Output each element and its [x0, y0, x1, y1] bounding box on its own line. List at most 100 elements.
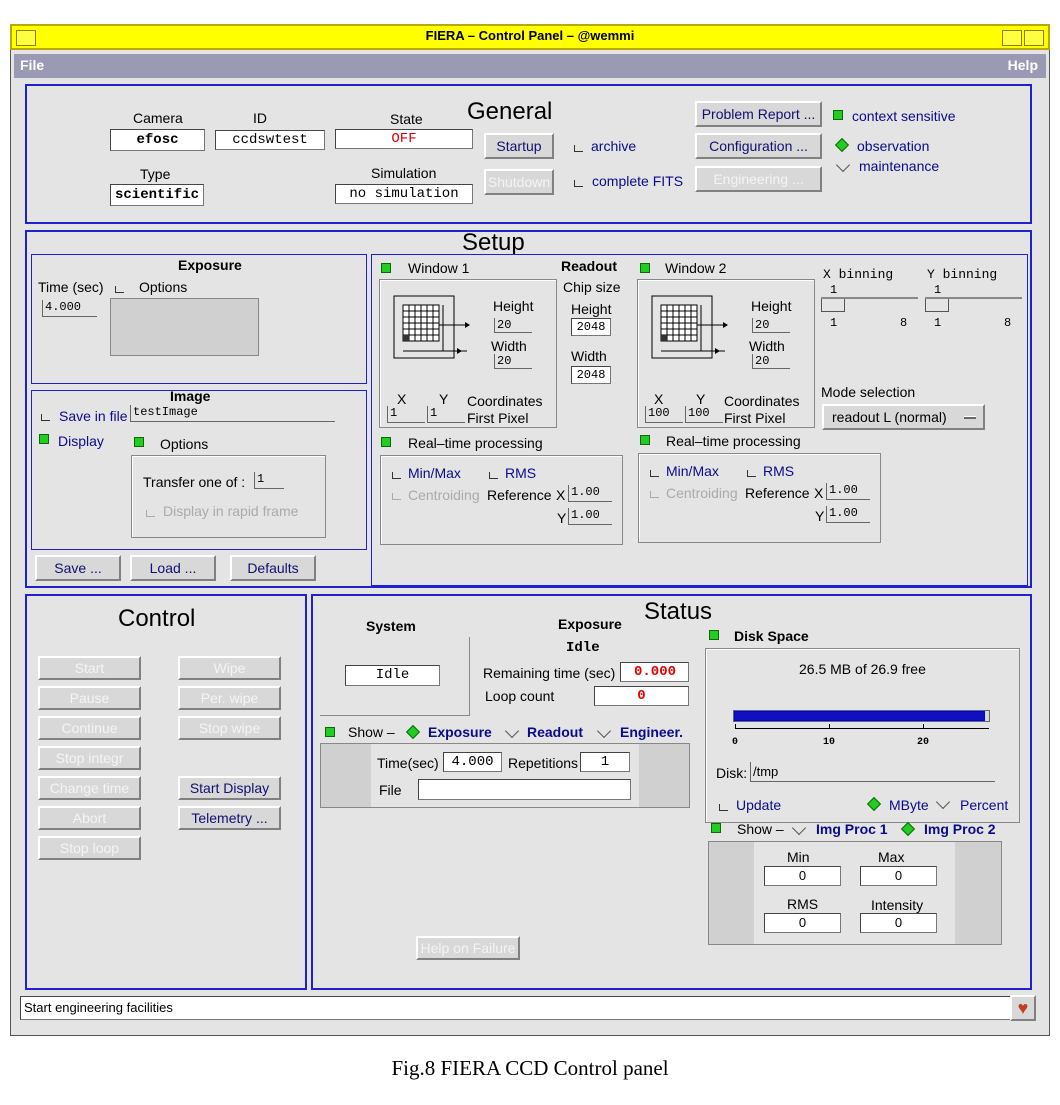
heart-icon[interactable]: ♥: [1010, 995, 1036, 1021]
readout-title: Readout: [561, 258, 617, 274]
rtp2-minmax-checkbox[interactable]: [650, 470, 659, 477]
window2-height-label: Height: [751, 298, 792, 314]
stop-wipe-button[interactable]: Stop wipe: [178, 716, 281, 740]
rtp1-centroiding-checkbox[interactable]: [392, 493, 401, 500]
loop-count-field: 0: [594, 686, 689, 706]
repetitions-input[interactable]: 1: [580, 752, 630, 772]
rtp2-x-input[interactable]: 1.00: [826, 483, 870, 500]
transfer-input[interactable]: 1: [254, 472, 284, 489]
stop-loop-button[interactable]: Stop loop: [38, 836, 141, 860]
disk-space-toggle[interactable]: [709, 630, 719, 640]
per-wipe-button[interactable]: Per. wipe: [178, 686, 281, 710]
shutdown-button[interactable]: Shutdown: [484, 169, 554, 195]
status-time-label: Time(sec): [377, 755, 439, 771]
help-on-failure-button[interactable]: Help on Failure: [416, 936, 520, 960]
rtp2-y-input[interactable]: 1.00: [826, 506, 870, 523]
show-label: Show –: [348, 724, 395, 740]
minimize-button[interactable]: [1002, 30, 1022, 46]
engineering-button[interactable]: Engineering ...: [695, 166, 822, 192]
configuration-button[interactable]: Configuration ...: [695, 133, 822, 159]
window2-first-pixel-label: First Pixel: [724, 410, 786, 426]
start-display-button[interactable]: Start Display: [178, 776, 281, 800]
window2-y-input[interactable]: 100: [685, 406, 723, 423]
y-binning-label: Y binning: [927, 267, 998, 282]
imgproc1-tab[interactable]: Img Proc 1: [816, 821, 888, 837]
window1-x-label: X: [397, 391, 407, 407]
window1-y-input[interactable]: 1: [427, 406, 465, 423]
rtp1-toggle[interactable]: [381, 437, 391, 447]
rtp1-minmax-checkbox[interactable]: [392, 472, 401, 479]
window2-toggle[interactable]: [640, 263, 650, 273]
window2-width-input[interactable]: 20: [752, 354, 790, 369]
archive-checkbox[interactable]: [574, 145, 583, 152]
mbyte-label: MByte: [889, 797, 929, 813]
window1-height-label: Height: [493, 298, 534, 314]
abort-button[interactable]: Abort: [38, 806, 141, 830]
window1-width-input[interactable]: 20: [494, 354, 532, 369]
change-time-button[interactable]: Change time: [38, 776, 141, 800]
title-bar[interactable]: FIERA – Control Panel – @wemmi: [10, 24, 1050, 50]
window2-x-input[interactable]: 100: [645, 406, 683, 423]
x-binning-min: 1: [830, 316, 838, 330]
complete-fits-label: complete FITS: [592, 173, 684, 189]
rtp1-y-input[interactable]: 1.00: [568, 508, 612, 525]
window2-height-input[interactable]: 20: [752, 318, 790, 333]
exposure-options-checkbox[interactable]: [115, 286, 124, 293]
stop-integr-button[interactable]: Stop integr: [38, 746, 141, 770]
update-checkbox[interactable]: [719, 804, 728, 811]
mode-select[interactable]: readout L (normal): [822, 404, 985, 430]
rtp1-x-input[interactable]: 1.00: [568, 485, 612, 502]
system-label: System: [366, 618, 416, 634]
show-exposure-toggle[interactable]: [325, 727, 335, 737]
rtp2-label: Real–time processing: [666, 433, 801, 449]
type-label: Type: [140, 166, 171, 182]
save-in-file-checkbox[interactable]: [41, 414, 50, 421]
window2-label: Window 2: [665, 260, 727, 276]
status-time-input[interactable]: 4.000: [443, 752, 502, 772]
image-filename-input[interactable]: testImage: [130, 405, 335, 422]
save-button[interactable]: Save ...: [35, 555, 121, 581]
window1-label: Window 1: [408, 260, 470, 276]
exposure-time-input[interactable]: 4.000: [42, 300, 97, 317]
startup-button[interactable]: Startup: [484, 133, 554, 159]
load-button[interactable]: Load ...: [130, 555, 216, 581]
disk-path-input[interactable]: /tmp: [750, 762, 995, 782]
window2-coordinates-label: Coordinates: [724, 393, 800, 409]
x-binning-slider-thumb[interactable]: [821, 299, 845, 312]
menu-help[interactable]: Help: [1008, 57, 1038, 73]
window1-height-input[interactable]: 20: [494, 318, 532, 333]
wipe-button[interactable]: Wipe: [178, 656, 281, 680]
imgproc-toggle[interactable]: [711, 823, 721, 833]
window1-x-input[interactable]: 1: [387, 406, 425, 423]
x-binning-value: 1: [830, 283, 838, 297]
rtp2-toggle[interactable]: [640, 435, 650, 445]
tab-engineer[interactable]: Engineer.: [620, 724, 683, 740]
rtp1-rms-checkbox[interactable]: [489, 472, 498, 479]
maximize-button[interactable]: [1024, 30, 1044, 46]
complete-fits-checkbox[interactable]: [574, 180, 583, 187]
start-button[interactable]: Start: [38, 656, 141, 680]
rtp2-rms-checkbox[interactable]: [747, 470, 756, 477]
rtp2-centroiding-checkbox[interactable]: [650, 491, 659, 498]
window1-first-pixel-label: First Pixel: [467, 410, 529, 426]
y-binning-slider-thumb[interactable]: [925, 299, 949, 312]
menu-file[interactable]: File: [20, 57, 44, 73]
context-sensitive-toggle[interactable]: [833, 110, 843, 120]
camera-label: Camera: [133, 110, 183, 126]
min-label: Min: [787, 849, 810, 865]
imgproc2-tab[interactable]: Img Proc 2: [924, 821, 996, 837]
image-options-toggle[interactable]: [134, 437, 144, 447]
tab-readout[interactable]: Readout: [527, 724, 583, 740]
telemetry-button[interactable]: Telemetry ...: [178, 806, 281, 830]
window1-y-label: Y: [439, 391, 449, 407]
rapid-frame-checkbox[interactable]: [146, 510, 155, 517]
pause-button[interactable]: Pause: [38, 686, 141, 710]
defaults-button[interactable]: Defaults: [230, 555, 316, 581]
status-file-input[interactable]: [418, 779, 631, 800]
repetitions-label: Repetitions: [508, 755, 579, 771]
tab-exposure[interactable]: Exposure: [428, 724, 492, 740]
display-toggle[interactable]: [39, 434, 49, 444]
continue-button[interactable]: Continue: [38, 716, 141, 740]
problem-report-button[interactable]: Problem Report ...: [695, 101, 822, 127]
window1-toggle[interactable]: [381, 263, 391, 273]
